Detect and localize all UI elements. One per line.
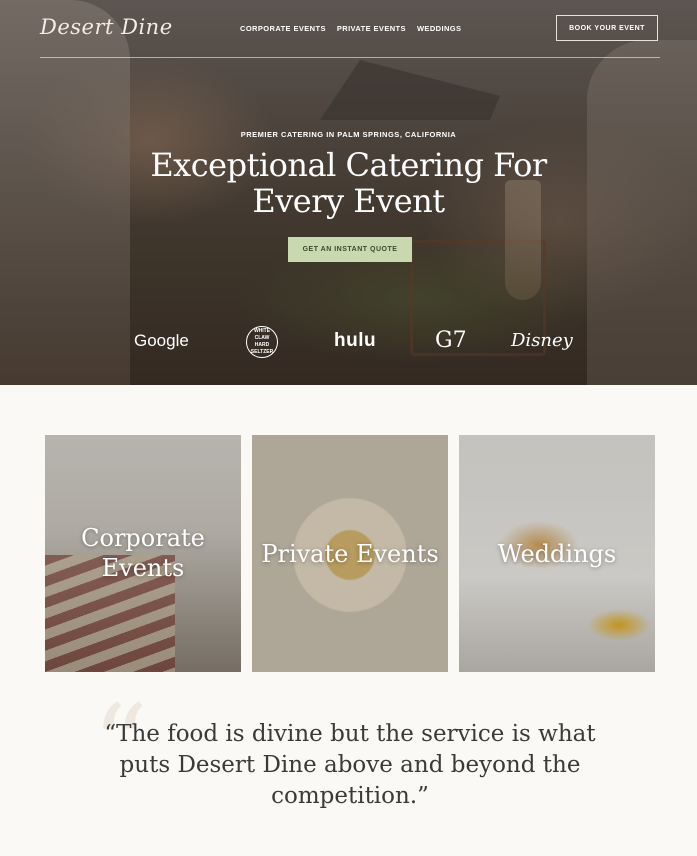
nav-weddings[interactable]: WEDDINGS <box>417 24 461 33</box>
card-private-label: Private Events <box>261 540 439 568</box>
hero-headline: Exceptional Catering For Every Event <box>0 147 697 219</box>
header-divider <box>40 57 660 58</box>
client-logo-whiteclaw: WHITE CLAW HARD SELTZER <box>246 326 278 358</box>
client-logo-disney: Disney <box>511 330 573 351</box>
hero-section: Desert Dine CORPORATE EVENTS PRIVATE EVE… <box>0 0 697 385</box>
client-logo-hulu: hulu <box>334 330 377 351</box>
book-event-button[interactable]: BOOK YOUR EVENT <box>556 15 658 41</box>
client-logo-google: Google <box>134 331 189 350</box>
card-corporate-label: Corporate Events <box>45 523 241 583</box>
hero-headline-line2: Every Event <box>252 182 445 220</box>
client-logo-g7: G7 <box>435 328 467 353</box>
hero-eyebrow: PREMIER CATERING IN PALM SPRINGS, CALIFO… <box>240 130 457 139</box>
card-weddings[interactable]: Weddings <box>459 435 655 672</box>
testimonial-text: “The food is divine but the service is w… <box>104 721 596 809</box>
card-private-events[interactable]: Private Events <box>252 435 448 672</box>
main-nav: CORPORATE EVENTS PRIVATE EVENTS WEDDINGS <box>240 24 461 33</box>
nav-corporate-events[interactable]: CORPORATE EVENTS <box>240 24 326 33</box>
card-corporate-events[interactable]: Corporate Events <box>45 435 241 672</box>
card-corporate-label-line2: Events <box>101 554 185 582</box>
site-logo[interactable]: Desert Dine <box>40 15 173 39</box>
hero-headline-line1: Exceptional Catering For <box>150 146 547 184</box>
instant-quote-button[interactable]: GET AN INSTANT QUOTE <box>288 237 412 262</box>
card-corporate-label-line1: Corporate <box>81 524 205 552</box>
nav-private-events[interactable]: PRIVATE EVENTS <box>337 24 406 33</box>
card-weddings-label: Weddings <box>497 540 617 568</box>
